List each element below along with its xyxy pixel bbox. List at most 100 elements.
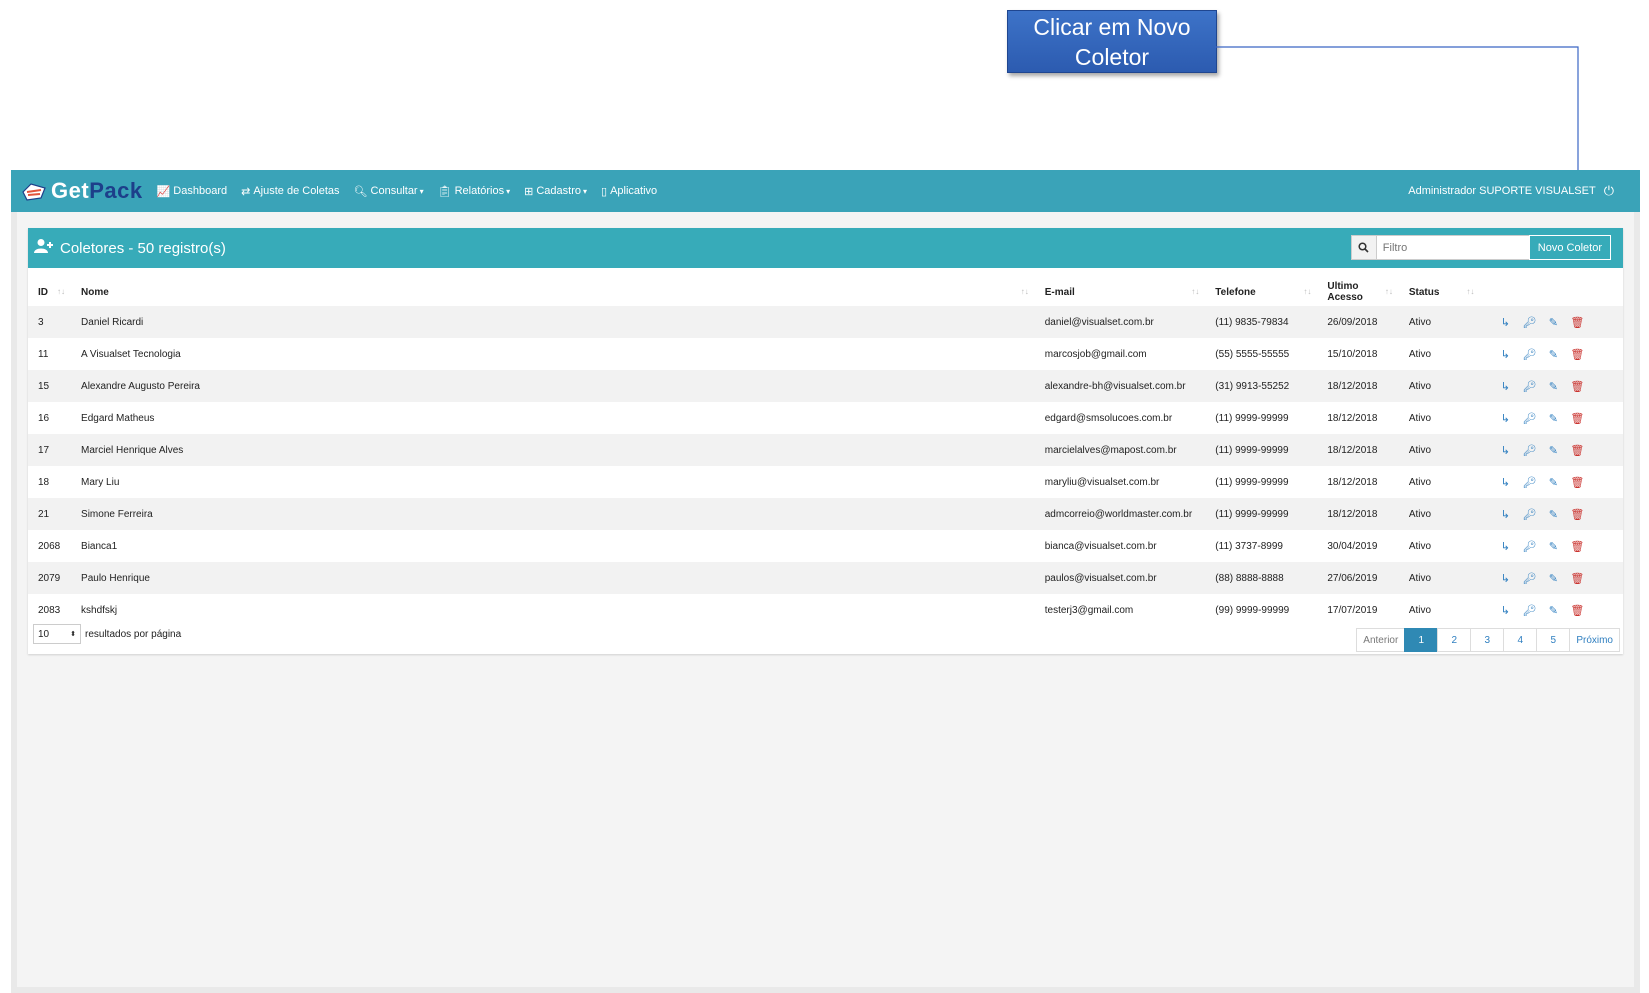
cell-nome: Bianca1 [81,540,118,552]
key-icon[interactable]: 🔑︎ [1520,316,1538,329]
sort-asc-icon: ↑↓ [57,287,66,296]
key-icon[interactable]: 🔑︎ [1520,380,1538,393]
share-icon[interactable]: ↳ [1496,508,1514,521]
share-icon[interactable]: ↳ [1496,348,1514,361]
cell-telefone: (88) 8888-8888 [1215,572,1284,584]
trash-icon[interactable]: 🗑︎ [1568,412,1586,425]
nav-dashboard[interactable]: 📈 Dashboard [157,185,228,198]
edit-icon[interactable]: ✎ [1544,444,1562,457]
mobile-icon: ▯ [601,185,608,198]
cell-id: 2068 [38,540,61,552]
cell-telefone: (11) 9999-99999 [1215,476,1289,488]
nav-relatorios-label: Relatórios [454,185,505,197]
cell-status: Ativo [1408,348,1432,360]
cell-ultimo-acesso: 18/12/2018 [1327,476,1378,488]
edit-icon[interactable]: ✎ [1544,348,1562,361]
nav-cadastro-label: Cadastro [536,185,581,197]
filter-group: Novo Coletor [1350,235,1611,260]
nav-aplicativo[interactable]: ▯ Aplicativo [601,185,657,198]
share-icon[interactable]: ↳ [1496,604,1514,617]
cell-nome: Simone Ferreira [81,508,153,520]
nav-relatorios[interactable]: 📋︎ Relatórios ▾ [438,185,511,198]
logo-text-pack: Pack [89,178,143,203]
coletores-table: ID ↑↓ Nome ↑↓ E-mail ↑↓ Telefone ↑↓ Ultimo A… [28,278,1623,626]
edit-icon[interactable]: ✎ [1544,412,1562,425]
share-icon[interactable]: ↳ [1496,540,1514,553]
row-actions: ↳ 🔑︎ ✎ 🗑︎ [1480,434,1623,466]
nav-ajuste-coletas[interactable]: ⇄ Ajuste de Coletas [241,185,339,198]
trash-icon[interactable]: 🗑︎ [1568,604,1586,617]
cell-id: 3 [38,316,44,328]
search-icon [1358,242,1369,253]
cell-ultimo-acesso: 18/12/2018 [1327,444,1378,456]
trash-icon[interactable]: 🗑︎ [1568,348,1586,361]
cell-email: marcosjob@gmail.com [1044,348,1147,360]
col-header-id[interactable]: ID ↑↓ [28,278,71,306]
trash-icon[interactable]: 🗑︎ [1568,572,1586,585]
table-row: 17 Marciel Henrique Alves marcielalves@map… [28,434,1623,466]
col-header-nome[interactable]: Nome ↑↓ [71,278,1035,306]
callout-text: Clicar em Novo Coletor [1033,13,1191,70]
edit-icon[interactable]: ✎ [1544,316,1562,329]
trash-icon[interactable]: 🗑︎ [1568,476,1586,489]
cell-email: marcielalves@mapost.com.br [1044,444,1177,456]
app-window: GetPack 📈 Dashboard ⇄ Ajuste de Coletas … [11,170,1640,993]
share-icon[interactable]: ↳ [1496,316,1514,329]
col-header-status[interactable]: Status ↑↓ [1399,278,1480,306]
edit-icon[interactable]: ✎ [1544,380,1562,393]
pagination-page-4[interactable]: 4 [1503,628,1538,652]
edit-icon[interactable]: ✎ [1544,604,1562,617]
share-icon[interactable]: ↳ [1496,412,1514,425]
edit-icon[interactable]: ✎ [1544,476,1562,489]
edit-icon[interactable]: ✎ [1544,508,1562,521]
col-header-email[interactable]: E-mail ↑↓ [1035,278,1206,306]
col-header-telefone[interactable]: Telefone ↑↓ [1205,278,1317,306]
key-icon[interactable]: 🔑︎ [1520,540,1538,553]
cell-id: 21 [38,508,50,520]
share-icon[interactable]: ↳ [1496,380,1514,393]
trash-icon[interactable]: 🗑︎ [1568,316,1586,329]
key-icon[interactable]: 🔑︎ [1520,476,1538,489]
pagination-page-2[interactable]: 2 [1437,628,1472,652]
key-icon[interactable]: 🔑︎ [1520,412,1538,425]
key-icon[interactable]: 🔑︎ [1520,604,1538,617]
nav-consultar[interactable]: 🔍︎ Consultar ▾ [354,185,424,198]
key-icon[interactable]: 🔑︎ [1520,508,1538,521]
cell-telefone: (11) 3737-8999 [1215,540,1283,552]
share-icon[interactable]: ↳ [1496,476,1514,489]
getpack-logo[interactable]: GetPack [21,178,143,204]
key-icon[interactable]: 🔑︎ [1520,444,1538,457]
cell-nome: kshdfskj [81,604,118,616]
trash-icon[interactable]: 🗑︎ [1568,380,1586,393]
row-actions: ↳ 🔑︎ ✎ 🗑︎ [1480,338,1623,370]
user-menu[interactable]: Administrador SUPORTE VISUALSET ⏻ [1408,170,1614,212]
filter-input[interactable] [1375,235,1530,260]
cell-nome: A Visualset Tecnologia [81,348,181,360]
share-icon[interactable]: ↳ [1496,572,1514,585]
pagination-page-3[interactable]: 3 [1470,628,1505,652]
trash-icon[interactable]: 🗑︎ [1568,508,1586,521]
page-length-select[interactable]: 10 ⬍ [33,624,81,644]
row-actions: ↳ 🔑︎ ✎ 🗑︎ [1480,306,1623,338]
edit-icon[interactable]: ✎ [1544,572,1562,585]
pagination-next[interactable]: Próximo [1569,628,1620,652]
nav-cadastro[interactable]: ⊞ Cadastro ▾ [524,185,587,198]
trash-icon[interactable]: 🗑︎ [1568,540,1586,553]
power-icon[interactable]: ⏻ [1604,183,1614,199]
share-icon[interactable]: ↳ [1496,444,1514,457]
pagination-page-1[interactable]: 1 [1404,628,1439,652]
key-icon[interactable]: 🔑︎ [1520,348,1538,361]
key-icon[interactable]: 🔑︎ [1520,572,1538,585]
col-header-ultimo-acesso[interactable]: Ultimo Acesso ↑↓ [1317,278,1398,306]
coletores-panel: Coletores - 50 registro(s) Novo Coletor … [28,228,1623,654]
cell-telefone: (55) 5555-55555 [1215,348,1290,360]
edit-icon[interactable]: ✎ [1544,540,1562,553]
cell-nome: Marciel Henrique Alves [81,444,184,456]
cell-status: Ativo [1408,380,1432,392]
novo-coletor-button[interactable]: Novo Coletor [1528,235,1611,260]
pagination-page-5[interactable]: 5 [1536,628,1571,652]
pagination-prev[interactable]: Anterior [1356,628,1406,652]
search-button[interactable] [1350,235,1376,260]
user-name: Administrador SUPORTE VISUALSET [1408,185,1596,197]
trash-icon[interactable]: 🗑︎ [1568,444,1586,457]
